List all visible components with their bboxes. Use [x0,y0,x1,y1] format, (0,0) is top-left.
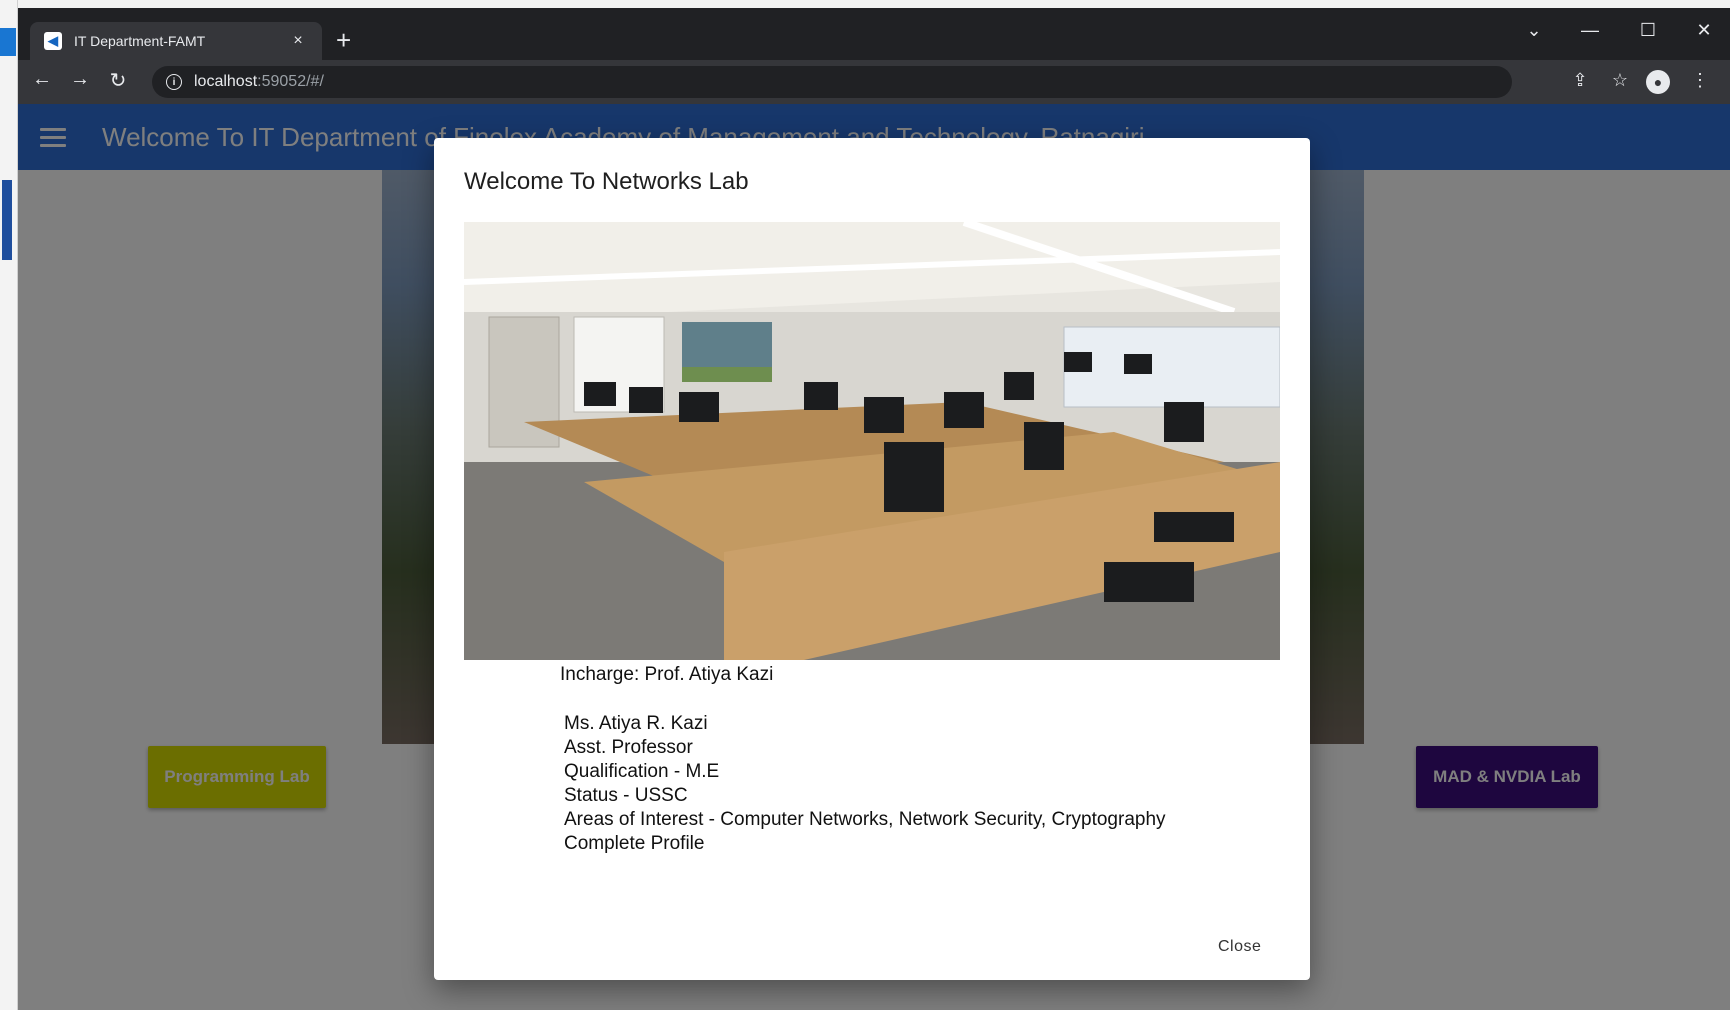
profile-status: Status - USSC [564,785,688,806]
profile-qualification: Qualification - M.E [564,761,720,782]
networks-lab-dialog: Welcome To Networks Lab Incharge: Prof. … [434,138,1310,980]
reload-icon[interactable]: ↻ [104,68,132,93]
url-host: localhost [194,73,258,90]
tab-strip: ◀ IT Department-FAMT × + ⌄ — ☐ ✕ [18,8,1730,60]
bookmark-star-icon[interactable]: ☆ [1606,70,1634,91]
desktop-edge [0,0,18,1010]
networks-lab-photo [464,222,1280,660]
close-window-icon[interactable]: ✕ [1684,20,1724,41]
share-icon[interactable]: ⇪ [1566,70,1594,91]
url-path: :59052/#/ [257,73,324,90]
close-tab-button[interactable]: × [288,32,308,50]
desktop-window-edge [0,28,16,56]
minimize-icon[interactable]: — [1570,20,1610,41]
screen: ◀ IT Department-FAMT × + ⌄ — ☐ ✕ ← → ↻ i… [0,0,1730,1010]
web-page: Welcome To IT Department of Finolex Acad… [18,104,1730,1010]
profile-avatar-icon[interactable]: ● [1646,70,1670,94]
complete-profile-link[interactable]: Complete Profile [564,832,1166,856]
maximize-icon[interactable]: ☐ [1628,20,1668,41]
lab-incharge-text: Incharge: Prof. Atiya Kazi [560,664,774,685]
dialog-title: Welcome To Networks Lab [464,168,749,195]
forward-icon[interactable]: → [66,68,94,91]
browser-window: ◀ IT Department-FAMT × + ⌄ — ☐ ✕ ← → ↻ i… [18,8,1730,1010]
profile-areas-of-interest: Areas of Interest - Computer Networks, N… [564,809,1166,830]
tab-title: IT Department-FAMT [74,33,206,49]
flutter-icon: ◀ [44,32,62,50]
address-bar[interactable]: i localhost:59052/#/ [152,66,1512,98]
site-info-icon[interactable]: i [166,74,182,90]
chevron-down-icon[interactable]: ⌄ [1514,20,1554,41]
new-tab-button[interactable]: + [336,27,351,53]
close-dialog-button[interactable]: Close [1218,938,1261,956]
profile-designation: Asst. Professor [564,737,693,758]
profile-name: Ms. Atiya R. Kazi [564,713,708,734]
incharge-profile: Ms. Atiya R. Kazi Asst. Professor Qualif… [564,712,1166,856]
browser-toolbar: ← → ↻ i localhost:59052/#/ ⇪ ☆ ● ⋮ [18,60,1730,104]
menu-kebab-icon[interactable]: ⋮ [1686,70,1714,91]
url-text[interactable]: localhost:59052/#/ [194,73,324,91]
browser-tab[interactable]: ◀ IT Department-FAMT × [30,22,322,60]
back-icon[interactable]: ← [28,68,56,91]
desktop-window-edge-2 [2,180,12,260]
